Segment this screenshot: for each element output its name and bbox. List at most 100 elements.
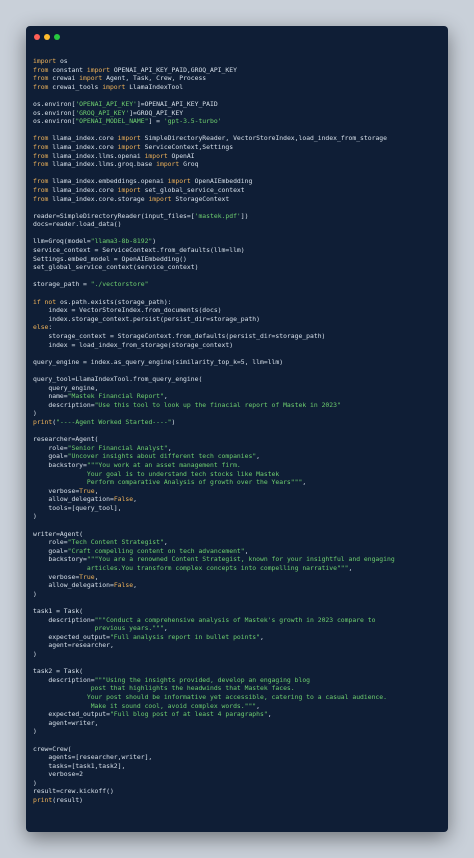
code-block: import os from constant import OPENAI_API… xyxy=(33,57,395,805)
minimize-dot-icon[interactable] xyxy=(44,34,50,40)
code-token: description= xyxy=(33,400,95,409)
code-line: description="""Using the insights provid… xyxy=(33,676,395,685)
keyword-token: import xyxy=(79,74,103,83)
code-line: verbose=2 xyxy=(33,770,395,779)
code-token: ) xyxy=(152,237,157,246)
code-token: ) xyxy=(33,778,37,787)
code-token: , xyxy=(163,538,168,547)
code-line: expected_output="Full analysis report in… xyxy=(33,633,395,642)
code-token: storage_context = StorageContext.from_de… xyxy=(33,332,326,340)
code-line: tools=[query_tool], xyxy=(33,504,395,513)
string-token: "llama3-8b-8192" xyxy=(90,237,153,246)
keyword-token: True xyxy=(79,486,95,495)
code-line: allow_delegation=False, xyxy=(33,495,395,504)
code-token: writer=Agent( xyxy=(33,529,84,538)
code-token: tasks=[task1,task2], xyxy=(33,761,126,770)
code-line: from llama_index.core import set_global_… xyxy=(33,186,395,195)
code-token: os.environ[ xyxy=(33,117,76,126)
keyword-token: import xyxy=(156,160,180,169)
keyword-token: import xyxy=(167,177,191,186)
code-line: task1 = Task( xyxy=(33,607,395,616)
code-token: backstory= xyxy=(33,460,87,469)
code-token: os xyxy=(56,57,68,65)
code-token: , xyxy=(260,632,264,641)
code-token: : xyxy=(48,323,53,332)
maximize-dot-icon[interactable] xyxy=(54,34,60,40)
code-token: verbose= xyxy=(33,486,80,495)
code-token: set_global_service_context xyxy=(140,185,245,194)
keyword-token: True xyxy=(79,572,95,581)
code-line: ) xyxy=(33,727,395,736)
code-token: SimpleDirectoryReader, VectorStoreIndex,… xyxy=(140,134,387,143)
code-token: ]=GROQ_API_KEY xyxy=(129,108,184,117)
code-line: service_context = ServiceContext.from_de… xyxy=(33,246,395,255)
code-token: backstory= xyxy=(33,555,87,564)
string-token: Your post should be informative yet acce… xyxy=(33,692,387,701)
code-token: llama_index.core xyxy=(48,134,118,143)
string-token: Perform comparative Analysis of growth o… xyxy=(33,478,303,487)
code-token: , xyxy=(94,572,99,581)
code-line: from crewai import Agent, Task, Crew, Pr… xyxy=(33,74,395,83)
code-token: , xyxy=(163,392,168,401)
code-token: crew=Crew( xyxy=(33,744,72,753)
code-line: post that highlights the headwinds that … xyxy=(33,684,395,693)
keyword-token: from xyxy=(33,74,49,83)
code-token: verbose=2 xyxy=(33,770,84,779)
close-dot-icon[interactable] xyxy=(34,34,40,40)
string-token: "----Agent Worked Started----" xyxy=(56,417,172,426)
code-line: goal="Craft compelling content on tech a… xyxy=(33,547,395,556)
code-token: os.path.exists(storage_path): xyxy=(56,297,172,306)
code-line: index.storage_context.persist(persist_di… xyxy=(33,315,395,324)
code-line: llm=Groq(model="llama3-8b-8192") xyxy=(33,237,395,246)
code-line: ) xyxy=(33,650,395,659)
code-token: OpenAIEmbedding xyxy=(190,177,253,186)
code-line: from crewai_tools import LlamaIndexTool xyxy=(33,83,395,92)
code-token: allow_delegation= xyxy=(33,581,114,590)
code-token: ]) xyxy=(240,211,249,220)
code-token: ] = xyxy=(148,117,164,126)
code-token: allow_delegation= xyxy=(33,495,114,504)
code-token: storage_path = xyxy=(33,280,91,289)
keyword-token: from xyxy=(33,142,49,151)
string-token: "Tech Content Strategist" xyxy=(67,538,164,547)
code-line: result=crew.kickoff() xyxy=(33,787,395,796)
code-token: , xyxy=(244,546,249,555)
code-line: ) xyxy=(33,512,395,521)
code-line: print("----Agent Worked Started----") xyxy=(33,418,395,427)
code-token: OPENAI_API_KEY_PAID,GROQ_API_KEY xyxy=(109,65,237,74)
keyword-token: else xyxy=(33,323,49,332)
code-line: from llama_index.core import ServiceCont… xyxy=(33,143,395,152)
code-token: ServiceContext,Settings xyxy=(140,142,234,151)
string-token: """Using the insights provided, develop … xyxy=(94,675,311,684)
code-line: description="Use this tool to look up th… xyxy=(33,401,395,410)
code-token: task1 = Task( xyxy=(33,607,84,615)
code-line: expected_output="Full blog post of at le… xyxy=(33,710,395,719)
code-line: from constant import OPENAI_API_KEY_PAID… xyxy=(33,66,395,75)
code-token: set_global_service_context(service_conte… xyxy=(33,263,199,272)
keyword-token: from xyxy=(33,151,49,160)
code-token: , xyxy=(133,495,137,504)
code-token: OpenAI xyxy=(167,151,195,160)
code-line: if not os.path.exists(storage_path): xyxy=(33,298,395,307)
keyword-token: from xyxy=(33,185,49,194)
keyword-token: import xyxy=(86,65,110,74)
code-line: storage_path = "./vectorstore" xyxy=(33,280,395,289)
code-line: ) xyxy=(33,779,395,788)
code-token: verbose= xyxy=(33,572,80,581)
code-token: goal= xyxy=(33,452,68,461)
code-line: goal="Uncover insights about different t… xyxy=(33,452,395,461)
code-line: import os xyxy=(33,57,395,66)
code-token: , xyxy=(348,564,353,573)
string-token: "Mastek Financial Report" xyxy=(67,392,164,401)
code-token: query_engine, xyxy=(33,383,99,392)
code-token: , xyxy=(94,486,99,495)
code-token: ) xyxy=(33,512,37,521)
code-line: from llama_index.core import SimpleDirec… xyxy=(33,134,395,143)
